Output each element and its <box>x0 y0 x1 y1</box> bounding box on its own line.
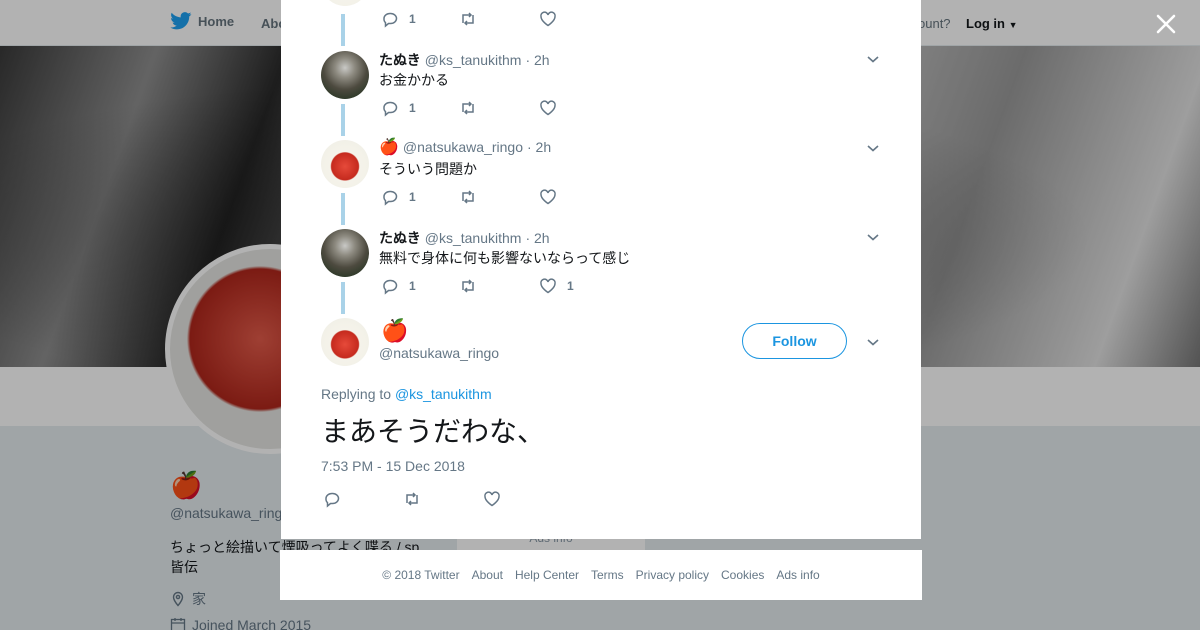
close-icon[interactable] <box>1153 11 1179 37</box>
reply-icon <box>383 279 398 295</box>
main-tweet-text: まあそうだわな、 <box>321 416 546 447</box>
reply-icon <box>383 190 398 206</box>
like-button[interactable] <box>483 490 501 508</box>
footer-link-ads-info[interactable]: Ads info <box>776 568 819 582</box>
reply-icon <box>383 12 398 28</box>
display-name[interactable]: 🍎 <box>379 137 399 157</box>
reply-button[interactable]: 1 <box>381 99 416 117</box>
reply-count: 1 <box>409 279 416 293</box>
footer-link-cookies[interactable]: Cookies <box>721 568 764 582</box>
reply-count: 1 <box>409 101 416 115</box>
display-name[interactable]: たぬき <box>379 50 421 70</box>
retweet-icon <box>462 190 474 204</box>
username[interactable]: @ks_tanukithm <box>425 52 522 68</box>
retweet-icon <box>462 12 474 26</box>
thread-tweet[interactable]: 🍎 @natsukawa_ringo · 2h そういう問題か 1 <box>281 129 921 225</box>
tweet-text: お金かかる <box>379 72 449 88</box>
tweet-header: 🍎 @natsukawa_ringo · 2h <box>379 137 551 157</box>
tweet-text: 無料で身体に何も影響ないならって感じ <box>379 250 631 266</box>
retweet-button[interactable] <box>459 277 487 295</box>
heart-icon <box>540 100 556 116</box>
tweet-modal: 1 たぬき @ks_tanukithm · 2h お金かかる 1 🍎 @nats… <box>281 0 921 539</box>
thread-tweet[interactable]: 1 <box>281 0 921 46</box>
reply-count: 1 <box>409 190 416 204</box>
display-name[interactable]: たぬき <box>379 228 421 248</box>
tweet-text: そういう問題か <box>379 161 477 177</box>
tweet-header: たぬき @ks_tanukithm · 2h <box>379 228 550 248</box>
retweet-button[interactable] <box>459 10 487 28</box>
heart-icon <box>540 189 556 205</box>
author-username[interactable]: @natsukawa_ringo <box>379 345 499 361</box>
author-avatar[interactable] <box>321 318 369 366</box>
avatar[interactable] <box>321 0 369 6</box>
replying-to: Replying to @ks_tanukithm <box>321 386 492 402</box>
avatar[interactable] <box>321 51 369 99</box>
modal-footer: © 2018 Twitter About Help Center Terms P… <box>280 550 922 600</box>
reply-count: 1 <box>409 12 416 26</box>
retweet-icon <box>462 101 474 115</box>
reply-button[interactable]: 1 <box>381 277 416 295</box>
reply-button[interactable]: 1 <box>381 10 416 28</box>
like-button[interactable] <box>539 188 567 206</box>
retweet-icon <box>462 279 474 293</box>
thread-tweet[interactable]: たぬき @ks_tanukithm · 2h お金かかる 1 <box>281 40 921 136</box>
chevron-down-icon[interactable] <box>865 140 881 156</box>
replying-to-link[interactable]: @ks_tanukithm <box>395 386 492 402</box>
chevron-down-icon[interactable] <box>865 334 881 350</box>
reply-icon <box>325 492 340 508</box>
like-button[interactable] <box>539 10 567 28</box>
retweet-button[interactable] <box>459 188 487 206</box>
chevron-down-icon[interactable] <box>865 229 881 245</box>
like-button[interactable]: 1 <box>539 277 574 295</box>
retweet-button[interactable] <box>403 490 421 508</box>
reply-button[interactable] <box>323 490 341 508</box>
avatar[interactable] <box>321 229 369 277</box>
heart-icon <box>540 278 556 294</box>
retweet-icon <box>406 492 418 506</box>
chevron-down-icon[interactable] <box>865 51 881 67</box>
like-button[interactable] <box>539 99 567 117</box>
username[interactable]: @natsukawa_ringo <box>403 139 523 155</box>
thread-connector <box>341 282 345 314</box>
like-count: 1 <box>567 279 574 293</box>
username[interactable]: @ks_tanukithm <box>425 230 522 246</box>
footer-link-about[interactable]: About <box>472 568 503 582</box>
footer-link-terms[interactable]: Terms <box>591 568 624 582</box>
heart-icon <box>540 11 556 27</box>
replying-prefix: Replying to <box>321 386 392 402</box>
follow-button[interactable]: Follow <box>742 323 847 359</box>
footer-link-privacy[interactable]: Privacy policy <box>636 568 709 582</box>
retweet-button[interactable] <box>459 99 487 117</box>
tweet-time[interactable]: · 2h <box>527 139 551 155</box>
tweet-time[interactable]: · 2h <box>525 230 549 246</box>
tweet-header: たぬき @ks_tanukithm · 2h <box>379 50 550 70</box>
footer-copyright: © 2018 Twitter <box>382 568 460 582</box>
reply-icon <box>383 101 398 117</box>
thread-tweet[interactable]: たぬき @ks_tanukithm · 2h 無料で身体に何も影響ないならって感… <box>281 218 921 314</box>
author-display-name[interactable]: 🍎 <box>381 318 408 344</box>
heart-icon <box>484 491 500 507</box>
tweet-time[interactable]: · 2h <box>525 52 549 68</box>
avatar[interactable] <box>321 140 369 188</box>
footer-link-help-center[interactable]: Help Center <box>515 568 579 582</box>
reply-button[interactable]: 1 <box>381 188 416 206</box>
tweet-timestamp[interactable]: 7:53 PM - 15 Dec 2018 <box>321 458 465 474</box>
